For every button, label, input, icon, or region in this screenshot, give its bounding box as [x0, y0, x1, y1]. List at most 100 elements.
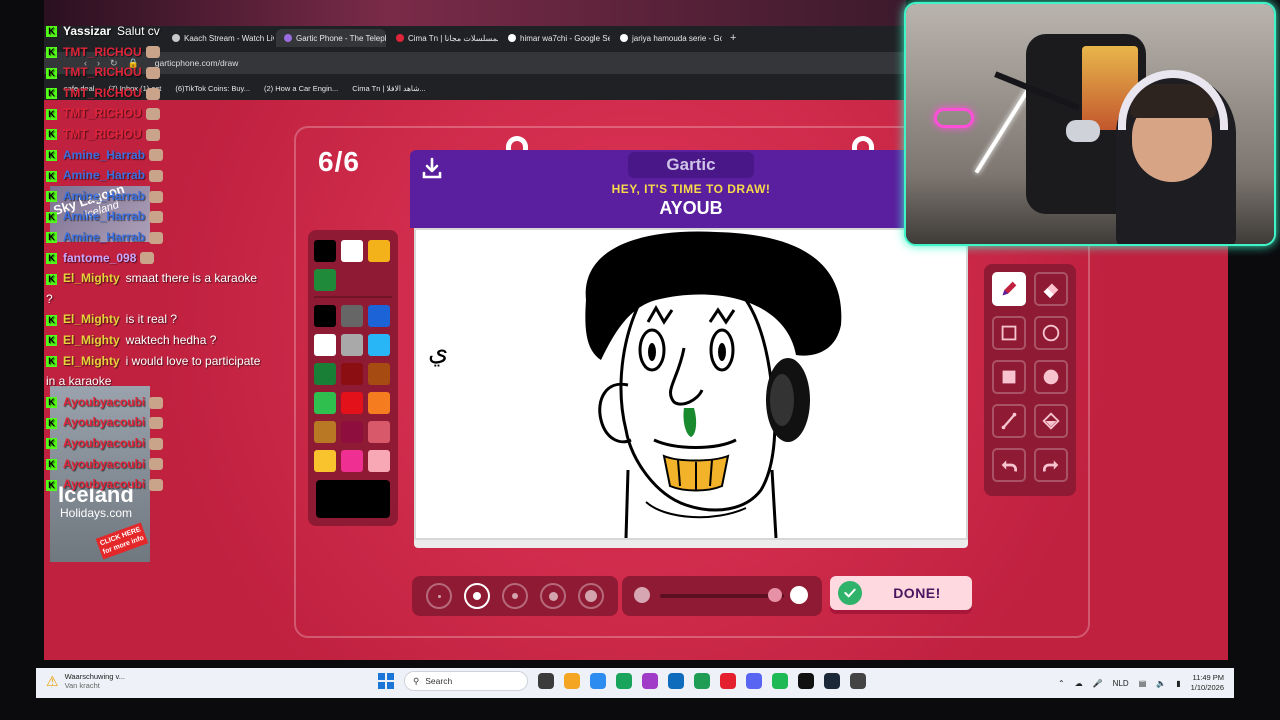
- chat-username[interactable]: Ayoubyacoubi: [63, 477, 145, 491]
- chat-username[interactable]: TMT_RICHOU: [63, 106, 142, 120]
- taskbar-app-icon[interactable]: [642, 673, 658, 689]
- fill-bucket-tool-button[interactable]: [1034, 404, 1068, 438]
- color-swatch[interactable]: [314, 334, 336, 356]
- ad-brand-sub: Holidays.com: [60, 506, 133, 520]
- chat-username[interactable]: TMT_RICHOU: [63, 45, 142, 59]
- taskbar-app-icon[interactable]: [850, 673, 866, 689]
- clock-time: 11:49 PM: [1192, 673, 1224, 682]
- taskbar-app-icon[interactable]: [798, 673, 814, 689]
- brush-size-option[interactable]: [502, 583, 528, 609]
- color-swatch[interactable]: [341, 450, 363, 472]
- brush-size-option[interactable]: [464, 583, 490, 609]
- brush-size-option[interactable]: [540, 583, 566, 609]
- color-swatch[interactable]: [314, 240, 336, 262]
- redo-button[interactable]: [1034, 448, 1068, 482]
- color-swatch[interactable]: [341, 334, 363, 356]
- clock[interactable]: 11:49 PM 1/10/2026: [1191, 673, 1224, 693]
- chat-username[interactable]: fantome_098: [63, 251, 136, 265]
- chat-username[interactable]: Amine_Harrab: [63, 148, 145, 162]
- chat-username[interactable]: Amine_Harrab: [63, 230, 145, 244]
- chat-username[interactable]: El_Mighty: [63, 271, 120, 285]
- taskbar-app-icon[interactable]: [668, 673, 684, 689]
- chat-username[interactable]: TMT_RICHOU: [63, 86, 142, 100]
- brush-size-option[interactable]: [426, 583, 452, 609]
- language-indicator[interactable]: NLD: [1113, 679, 1129, 688]
- cloud-icon[interactable]: ☁: [1075, 679, 1083, 688]
- chat-username[interactable]: Yassizar: [63, 24, 111, 38]
- chat-username[interactable]: El_Mighty: [63, 354, 120, 368]
- bookmark-item[interactable]: Cima Tn | شاهد الافلا...: [352, 84, 426, 93]
- chat-username[interactable]: Ayoubyacoubi: [63, 457, 145, 471]
- volume-icon[interactable]: 🔈: [1156, 679, 1166, 688]
- chat-username[interactable]: El_Mighty: [63, 333, 120, 347]
- windows-start-icon[interactable]: [378, 673, 394, 689]
- color-swatch[interactable]: [341, 240, 363, 262]
- weather-warning-widget[interactable]: ⚠ Waarschuwing v... Van kracht: [46, 672, 125, 690]
- color-swatch[interactable]: [341, 363, 363, 385]
- opacity-slider[interactable]: [622, 576, 822, 616]
- taskbar-app-icon[interactable]: [538, 673, 554, 689]
- filled-ellipse-tool-button[interactable]: [1034, 360, 1068, 394]
- taskbar-app-icon[interactable]: [694, 673, 710, 689]
- color-swatch[interactable]: [341, 392, 363, 414]
- chat-emote-icon: [145, 46, 160, 59]
- chevron-up-icon[interactable]: ⌃: [1058, 679, 1065, 688]
- color-swatch[interactable]: [314, 421, 336, 443]
- browser-tab[interactable]: Cima Tn | المسلسلات مجانا: [388, 29, 498, 47]
- ellipse-tool-button[interactable]: [1034, 316, 1068, 350]
- taskbar-app-icon[interactable]: [720, 673, 736, 689]
- filled-rectangle-tool-button[interactable]: [992, 360, 1026, 394]
- network-icon[interactable]: ▤: [1139, 679, 1147, 688]
- download-button[interactable]: [420, 156, 444, 180]
- color-swatch[interactable]: [368, 450, 390, 472]
- color-swatch[interactable]: [341, 305, 363, 327]
- chat-message: K Ayoubyacoubi: [46, 395, 164, 409]
- opacity-thumb[interactable]: [768, 588, 782, 602]
- chat-username[interactable]: Amine_Harrab: [63, 209, 145, 223]
- taskbar-app-icon[interactable]: [564, 673, 580, 689]
- chat-username[interactable]: TMT_RICHOU: [63, 65, 142, 79]
- opacity-track[interactable]: [660, 594, 784, 598]
- color-swatch[interactable]: [341, 421, 363, 443]
- drawing-canvas[interactable]: ي: [414, 228, 968, 540]
- browser-tab[interactable]: himar wa7chi - Google Se: [500, 29, 610, 47]
- chat-username[interactable]: Amine_Harrab: [63, 168, 145, 182]
- taskbar-app-icon[interactable]: [616, 673, 632, 689]
- chat-username[interactable]: Ayoubyacoubi: [63, 436, 145, 450]
- color-swatch[interactable]: [368, 334, 390, 356]
- pen-tool-button[interactable]: [992, 272, 1026, 306]
- gartic-logo: Gartic: [628, 152, 754, 178]
- color-swatch[interactable]: [368, 421, 390, 443]
- color-swatch[interactable]: [314, 269, 336, 291]
- brush-size-option[interactable]: [578, 583, 604, 609]
- color-swatch[interactable]: [314, 305, 336, 327]
- eraser-tool-button[interactable]: [1034, 272, 1068, 306]
- color-swatch[interactable]: [368, 305, 390, 327]
- chat-message: K Amine_Harrab: [46, 189, 164, 203]
- taskbar-search[interactable]: ⚲ Search: [404, 671, 528, 691]
- color-swatch[interactable]: [368, 240, 390, 262]
- chat-username[interactable]: Ayoubyacoubi: [63, 415, 145, 429]
- taskbar-app-icon[interactable]: [824, 673, 840, 689]
- color-swatch[interactable]: [314, 392, 336, 414]
- done-button[interactable]: DONE!: [830, 576, 972, 610]
- chat-username[interactable]: Amine_Harrab: [63, 189, 145, 203]
- line-tool-button[interactable]: [992, 404, 1026, 438]
- microphone-tray-icon[interactable]: 🎤: [1093, 679, 1103, 688]
- new-tab-button[interactable]: +: [724, 32, 742, 44]
- taskbar-app-icon[interactable]: [590, 673, 606, 689]
- undo-button[interactable]: [992, 448, 1026, 482]
- chat-username[interactable]: El_Mighty: [63, 312, 120, 326]
- chat-username[interactable]: TMT_RICHOU: [63, 127, 142, 141]
- color-swatch[interactable]: [314, 450, 336, 472]
- color-swatch[interactable]: [368, 363, 390, 385]
- browser-tab[interactable]: jariya hamouda serie - Go: [612, 29, 722, 47]
- taskbar-app-icon[interactable]: [772, 673, 788, 689]
- color-swatch[interactable]: [314, 363, 336, 385]
- rectangle-tool-button[interactable]: [992, 316, 1026, 350]
- chat-message: K Ayoubyacoubi: [46, 477, 164, 491]
- battery-icon[interactable]: ▮: [1176, 679, 1180, 688]
- chat-username[interactable]: Ayoubyacoubi: [63, 395, 145, 409]
- taskbar-app-icon[interactable]: [746, 673, 762, 689]
- color-swatch[interactable]: [368, 392, 390, 414]
